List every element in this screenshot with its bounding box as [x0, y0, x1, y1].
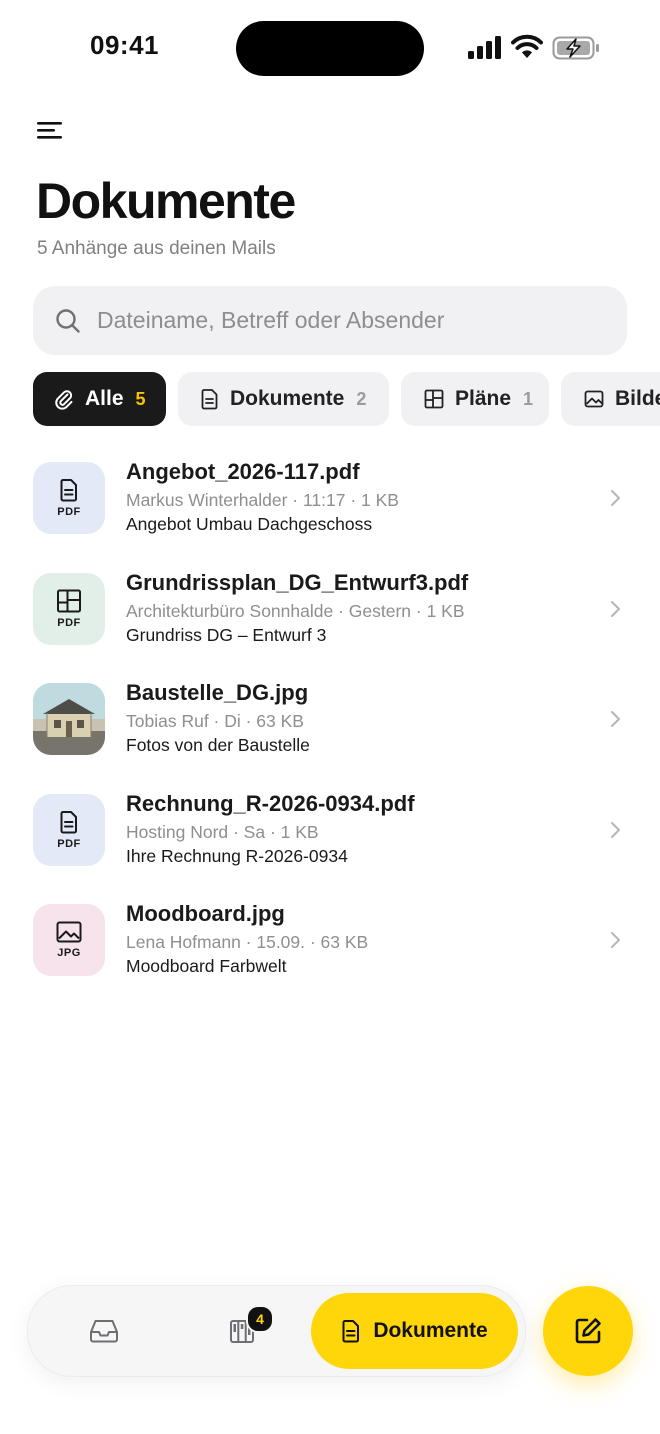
page-title: Dokumente: [36, 173, 296, 229]
file-name: Moodboard.jpg: [126, 901, 285, 926]
floorplan-icon: [424, 389, 444, 409]
search-icon: [56, 308, 80, 333]
document-icon: [60, 479, 77, 502]
filter-chip-label: Dokumente: [230, 387, 345, 410]
filter-chip-alle[interactable]: Alle 5: [33, 372, 166, 426]
tab-inbox[interactable]: [68, 1286, 140, 1376]
document-icon: [60, 811, 77, 834]
file-name: Baustelle_DG.jpg: [126, 680, 309, 705]
file-type-label: PDF: [57, 617, 81, 629]
file-meta: Markus Winterhalder · 11:17 · 1 KB: [126, 490, 399, 510]
page-subtitle: 5 Anhänge aus deinen Mails: [37, 238, 276, 259]
document-icon: [342, 1320, 360, 1343]
construction-photo: [33, 683, 105, 755]
file-name: Angebot_2026-117.pdf: [126, 459, 360, 484]
chevron-right-icon: [611, 711, 620, 727]
compose-button[interactable]: [543, 1286, 633, 1376]
file-subject: Moodboard Farbwelt: [126, 956, 287, 976]
file-row[interactable]: PDF Rechnung_R-2026-0934.pdf Hosting Nor…: [33, 791, 633, 884]
file-subject: Angebot Umbau Dachgeschoss: [126, 514, 373, 534]
filter-chip-label: Bilder: [615, 387, 660, 410]
image-icon: [584, 390, 604, 408]
filter-chip-count: 5: [135, 388, 146, 409]
cellular-signal-icon: [468, 36, 501, 59]
chevron-right-icon: [611, 932, 620, 948]
wifi-icon: [511, 34, 543, 58]
file-thumbnail: PDF: [33, 573, 105, 645]
file-type-label: PDF: [57, 838, 81, 850]
board-badge: 4: [246, 1305, 274, 1333]
dynamic-island: [236, 21, 424, 76]
battery-charging-icon: [552, 36, 599, 60]
filter-chip-bilder[interactable]: Bilder: [561, 372, 660, 426]
search-input[interactable]: [95, 306, 599, 335]
filter-chip-label: Alle: [85, 387, 124, 410]
file-type-label: JPG: [57, 947, 81, 959]
chevron-right-icon: [611, 490, 620, 506]
file-thumbnail: PDF: [33, 462, 105, 534]
tab-dokumente[interactable]: Dokumente: [311, 1293, 518, 1369]
filter-chip-plaene[interactable]: Pläne 1: [401, 372, 549, 426]
filter-chip-count: 2: [356, 388, 367, 409]
file-meta: Hosting Nord · Sa · 1 KB: [126, 822, 319, 842]
file-row[interactable]: PDF Grundrissplan_DG_Entwurf3.pdf Archit…: [33, 570, 633, 663]
file-subject: Grundriss DG – Entwurf 3: [126, 625, 327, 645]
floorplan-icon: [57, 589, 81, 613]
photo-thumbnail: [33, 683, 105, 755]
image-icon: [56, 921, 82, 943]
chevron-right-icon: [611, 822, 620, 838]
file-meta: Architekturbüro Sonnhalde · Gestern · 1 …: [126, 601, 465, 621]
filter-chips: Alle 5 Dokumente 2 Pläne 1 Bilder: [33, 372, 660, 426]
filter-chip-dokumente[interactable]: Dokumente 2: [178, 372, 389, 426]
file-row[interactable]: JPG Moodboard.jpg Lena Hofmann · 15.09. …: [33, 901, 633, 994]
bottom-tab-bar: Dokumente: [27, 1285, 526, 1377]
tab-dokumente-label: Dokumente: [373, 1319, 488, 1342]
inbox-icon: [90, 1320, 118, 1343]
compose-icon: [575, 1318, 601, 1344]
file-meta: Lena Hofmann · 15.09. · 63 KB: [126, 932, 369, 952]
chevron-right-icon: [611, 601, 620, 617]
file-subject: Ihre Rechnung R-2026-0934: [126, 846, 348, 866]
status-time: 09:41: [90, 30, 159, 60]
file-row[interactable]: PDF Angebot_2026-117.pdf Markus Winterha…: [33, 459, 633, 552]
file-name: Grundrissplan_DG_Entwurf3.pdf: [126, 570, 469, 595]
document-icon: [201, 389, 218, 410]
file-name: Rechnung_R-2026-0934.pdf: [126, 791, 415, 816]
filter-chip-label: Pläne: [455, 387, 512, 410]
file-thumbnail: JPG: [33, 904, 105, 976]
search-bar[interactable]: [33, 286, 627, 355]
file-subject: Fotos von der Baustelle: [126, 735, 310, 755]
file-meta: Tobias Ruf · Di · 63 KB: [126, 711, 304, 731]
file-type-label: PDF: [57, 506, 81, 518]
file-thumbnail: PDF: [33, 794, 105, 866]
menu-icon[interactable]: [36, 118, 66, 142]
filter-chip-count: 1: [523, 388, 534, 409]
paperclip-icon: [55, 390, 73, 410]
file-row[interactable]: Baustelle_DG.jpg Tobias Ruf · Di · 63 KB…: [33, 680, 633, 773]
